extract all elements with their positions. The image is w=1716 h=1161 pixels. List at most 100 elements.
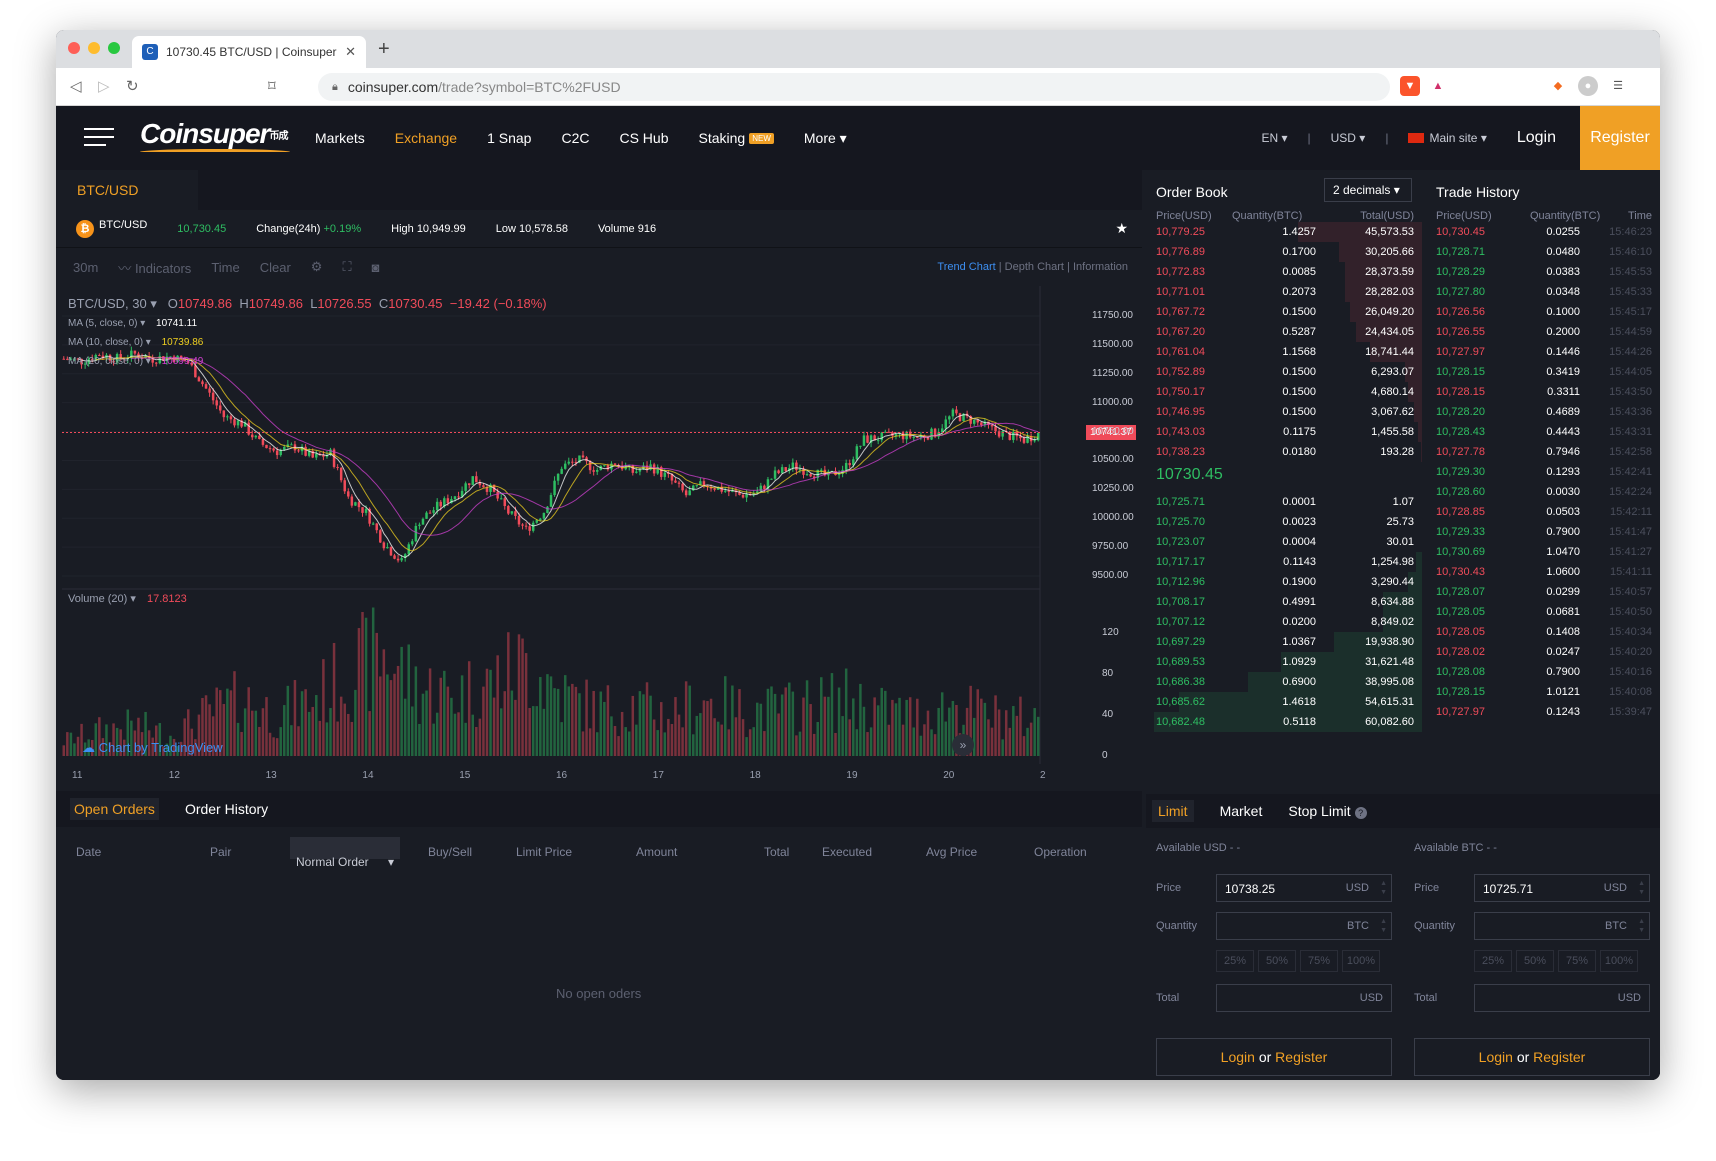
profile-icon[interactable]: ●: [1578, 76, 1598, 96]
stepper-icon[interactable]: ▲ ▼: [1380, 879, 1387, 897]
tradingview-credit[interactable]: ☁ Chart by TradingView: [82, 740, 223, 756]
ask-row[interactable]: 10,771.01 0.2073 28,282.03: [1146, 282, 1422, 302]
bid-row[interactable]: 10,712.96 0.1900 3,290.44: [1146, 572, 1422, 592]
ask-row[interactable]: 10,752.89 0.1500 6,293.07: [1146, 362, 1422, 382]
form-register-link[interactable]: Register: [1275, 1049, 1327, 1065]
sell-total-input[interactable]: USD: [1474, 984, 1650, 1012]
bid-row[interactable]: 10,689.53 1.0929 31,621.48: [1146, 652, 1422, 672]
bid-row[interactable]: 10,686.38 0.6900 38,995.08: [1146, 672, 1422, 692]
buy-pct-25[interactable]: 25%: [1216, 950, 1254, 972]
ask-row[interactable]: 10,776.89 0.1700 30,205.66: [1146, 242, 1422, 262]
buy-pct-100[interactable]: 100%: [1342, 950, 1380, 972]
nav-markets[interactable]: Markets: [315, 130, 365, 146]
coinsuper-logo[interactable]: Coinsuper币成: [140, 118, 290, 152]
site-select[interactable]: Main site ▾: [1408, 131, 1487, 145]
decimals-select[interactable]: 2 decimals ▾: [1324, 178, 1412, 202]
tab-order-history[interactable]: Order History: [185, 801, 268, 817]
ask-row[interactable]: 10,738.23 0.0180 193.28: [1146, 442, 1422, 462]
extension-icon[interactable]: ◆: [1548, 76, 1568, 96]
brave-rewards-icon[interactable]: ▲: [1428, 76, 1448, 96]
buy-pct-75[interactable]: 75%: [1300, 950, 1338, 972]
bid-row[interactable]: 10,717.17 0.1143 1,254.98: [1146, 552, 1422, 572]
bid-row[interactable]: 10,725.71 0.0001 1.07: [1146, 492, 1422, 512]
bid-row[interactable]: 10,685.62 1.4618 54,615.31: [1146, 692, 1422, 712]
nav-1-snap[interactable]: 1 Snap: [487, 130, 531, 146]
close-tab-icon[interactable]: ✕: [345, 44, 356, 60]
new-tab-icon[interactable]: +: [378, 38, 390, 61]
clear-button[interactable]: Clear: [260, 260, 291, 275]
indicators-button[interactable]: 〰 Indicators: [118, 258, 191, 277]
menu-icon[interactable]: [84, 128, 114, 152]
sell-qty-input[interactable]: BTC ▲ ▼: [1474, 912, 1650, 940]
chart-canvas[interactable]: [56, 286, 1142, 791]
fullscreen-icon[interactable]: ⛶: [342, 259, 351, 275]
tab-open-orders[interactable]: Open Orders: [70, 798, 159, 820]
browser-tab[interactable]: C 10730.45 BTC/USD | Coinsuper ✕: [132, 36, 366, 68]
ask-row[interactable]: 10,761.04 1.1568 18,741.44: [1146, 342, 1422, 362]
nav-cs-hub[interactable]: CS Hub: [619, 130, 668, 146]
back-icon[interactable]: ◁: [70, 77, 82, 95]
tab-stop-limit[interactable]: Stop Limit?: [1288, 803, 1367, 819]
login-button[interactable]: Login: [1517, 129, 1556, 147]
nav-exchange[interactable]: Exchange: [395, 130, 457, 146]
pair-tab-btc-usd[interactable]: BTC/USD: [56, 170, 198, 210]
stepper-icon[interactable]: ▲ ▼: [1380, 917, 1387, 935]
nav-c2c[interactable]: C2C: [561, 130, 589, 146]
ma20-legend[interactable]: MA (20, close, 0) ▾ 10699.49: [68, 356, 203, 367]
buy-qty-input[interactable]: BTC ▲ ▼: [1216, 912, 1392, 940]
bid-row[interactable]: 10,707.12 0.0200 8,849.02: [1146, 612, 1422, 632]
ask-row[interactable]: 10,743.03 0.1175 1,455.58: [1146, 422, 1422, 442]
stepper-icon[interactable]: ▲ ▼: [1638, 879, 1645, 897]
bookmark-icon[interactable]: ⌑: [268, 77, 276, 95]
ma10-legend[interactable]: MA (10, close, 0) ▾ 10739.86: [68, 337, 203, 348]
buy-login-register-button[interactable]: Login or Register: [1156, 1038, 1392, 1076]
ask-row[interactable]: 10,767.20 0.5287 24,434.05: [1146, 322, 1422, 342]
form-login-link[interactable]: Login: [1479, 1049, 1513, 1065]
time-button[interactable]: Time: [211, 260, 239, 275]
register-button[interactable]: Register: [1580, 106, 1660, 170]
tab-limit[interactable]: Limit: [1152, 800, 1194, 822]
legend-symbol[interactable]: BTC/USD, 30: [68, 296, 147, 311]
nav-staking[interactable]: Staking NEW: [699, 130, 774, 146]
favorite-star-icon[interactable]: ★: [1115, 220, 1128, 237]
camera-icon[interactable]: ◙: [372, 260, 380, 275]
maximize-window-button[interactable]: [108, 42, 120, 54]
scroll-right-icon[interactable]: »: [952, 734, 974, 756]
help-icon[interactable]: ?: [1354, 807, 1367, 819]
url-bar[interactable]: 🔒︎ coinsuper.com/trade?symbol=BTC%2FUSD: [318, 73, 1390, 101]
sell-pct-75[interactable]: 75%: [1558, 950, 1596, 972]
ask-row[interactable]: 10,750.17 0.1500 4,680.14: [1146, 382, 1422, 402]
buy-price-input[interactable]: 10738.25 USD ▲ ▼: [1216, 874, 1392, 902]
volume-legend[interactable]: Volume (20) ▾ 17.8123: [68, 592, 187, 605]
interval-select[interactable]: 30m: [73, 260, 98, 275]
ticker-pair[interactable]: ₿ BTC/USD: [76, 219, 147, 238]
buy-total-input[interactable]: USD: [1216, 984, 1392, 1012]
sell-login-register-button[interactable]: Login or Register: [1414, 1038, 1650, 1076]
sell-pct-50[interactable]: 50%: [1516, 950, 1554, 972]
trend-chart-tab[interactable]: Trend Chart: [937, 261, 995, 273]
brave-shield-icon[interactable]: ▼: [1400, 76, 1420, 96]
buy-pct-50[interactable]: 50%: [1258, 950, 1296, 972]
price-chart[interactable]: BTC/USD, 30 ▾ O10749.86 H10749.86 L10726…: [56, 286, 1142, 791]
ask-row[interactable]: 10,767.72 0.1500 26,049.20: [1146, 302, 1422, 322]
bid-row[interactable]: 10,723.07 0.0004 30.01: [1146, 532, 1422, 552]
ask-row[interactable]: 10,779.25 1.4257 45,573.53: [1146, 222, 1422, 242]
sell-price-input[interactable]: 10725.71 USD ▲ ▼: [1474, 874, 1650, 902]
currency-select[interactable]: USD ▾: [1331, 131, 1366, 145]
bid-row[interactable]: 10,725.70 0.0023 25.73: [1146, 512, 1422, 532]
settings-gear-icon[interactable]: ⚙: [311, 259, 323, 275]
form-login-link[interactable]: Login: [1221, 1049, 1255, 1065]
sell-pct-25[interactable]: 25%: [1474, 950, 1512, 972]
ask-row[interactable]: 10,772.83 0.0085 28,373.59: [1146, 262, 1422, 282]
reload-icon[interactable]: ↻: [126, 77, 139, 95]
language-select[interactable]: EN ▾: [1261, 131, 1287, 145]
forward-icon[interactable]: ▷: [98, 77, 110, 95]
tab-market[interactable]: Market: [1220, 803, 1263, 819]
bid-row[interactable]: 10,697.29 1.0367 19,938.90: [1146, 632, 1422, 652]
bid-row[interactable]: 10,682.48 0.5118 60,082.60: [1146, 712, 1422, 732]
browser-menu-icon[interactable]: ☰: [1608, 76, 1628, 96]
sell-pct-100[interactable]: 100%: [1600, 950, 1638, 972]
form-register-link[interactable]: Register: [1533, 1049, 1585, 1065]
bid-row[interactable]: 10,708.17 0.4991 8,634.88: [1146, 592, 1422, 612]
minimize-window-button[interactable]: [88, 42, 100, 54]
